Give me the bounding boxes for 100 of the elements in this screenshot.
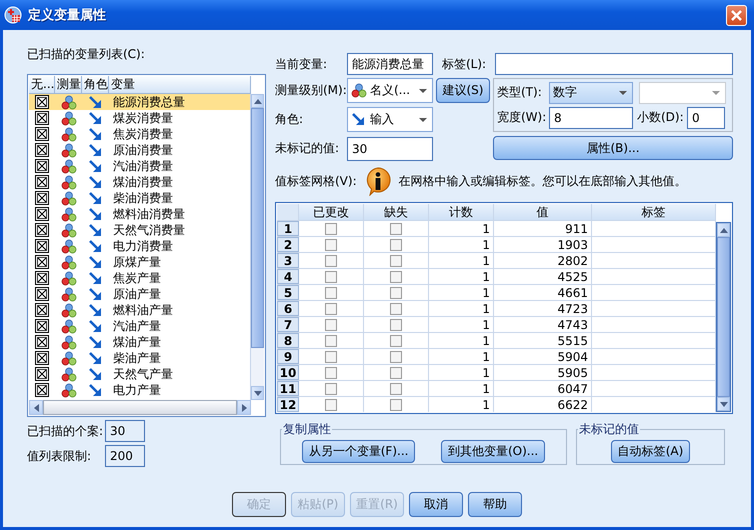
checkbox[interactable] [35, 207, 49, 221]
checkbox[interactable] [325, 334, 337, 346]
dropdown-arrow-icon[interactable] [418, 88, 428, 94]
checkbox[interactable] [35, 351, 49, 365]
checkbox[interactable] [35, 303, 49, 317]
checkbox[interactable] [35, 127, 49, 141]
checkbox[interactable] [325, 254, 337, 266]
row-header[interactable]: 6 [277, 301, 299, 316]
checkbox[interactable] [325, 318, 337, 330]
dropdown[interactable]: 数字 [549, 82, 633, 104]
list-row[interactable]: 柴油消费量 [29, 190, 250, 206]
close-icon[interactable] [730, 8, 743, 22]
row-header[interactable]: 2 [277, 237, 299, 252]
checkbox[interactable] [390, 318, 402, 330]
input-field[interactable]: 30 [105, 420, 145, 442]
list-row[interactable]: 原油产量 [29, 286, 250, 302]
list-row[interactable]: 煤油消费量 [29, 174, 250, 190]
checkbox[interactable] [35, 191, 49, 205]
dropdown-arrow-icon[interactable] [618, 90, 628, 96]
list-row[interactable]: 汽油产量 [29, 318, 250, 334]
list-row[interactable]: 原煤产量 [29, 254, 250, 270]
list-row[interactable]: 电力产量 [29, 382, 250, 398]
checkbox[interactable] [390, 382, 402, 394]
list-row[interactable]: 能源消费总量 [29, 94, 250, 110]
checkbox[interactable] [35, 271, 49, 285]
checkbox[interactable] [35, 175, 49, 189]
checkbox[interactable] [35, 111, 49, 125]
dropdown-arrow-icon[interactable] [418, 116, 428, 122]
checkbox[interactable] [325, 350, 337, 362]
checkbox[interactable] [390, 286, 402, 298]
list-row[interactable]: 煤油产量 [29, 334, 250, 350]
checkbox[interactable] [35, 239, 49, 253]
dialog-button[interactable]: 取消 [409, 492, 463, 517]
row-header[interactable]: 12 [277, 397, 299, 412]
checkbox[interactable] [325, 270, 337, 282]
checkbox[interactable] [35, 143, 49, 157]
column-header[interactable]: 缺失 [364, 204, 429, 220]
checkbox[interactable] [390, 302, 402, 314]
checkbox[interactable] [35, 95, 49, 109]
checkbox[interactable] [390, 350, 402, 362]
row-header[interactable]: 10 [277, 365, 299, 380]
checkbox[interactable] [35, 319, 49, 333]
checkbox[interactable] [35, 335, 49, 349]
list-row[interactable]: 焦炭消费量 [29, 126, 250, 142]
checkbox[interactable] [35, 223, 49, 237]
checkbox[interactable] [35, 287, 49, 301]
scroll-down-arrow-icon[interactable] [254, 390, 262, 396]
list-row[interactable]: 柴油产量 [29, 350, 250, 366]
list-row[interactable]: 汽油消费量 [29, 158, 250, 174]
checkbox[interactable] [390, 222, 402, 234]
column-header[interactable]: 角色 [82, 76, 109, 94]
scrollbar[interactable] [716, 222, 731, 412]
row-header[interactable]: 8 [277, 333, 299, 348]
list-row[interactable]: 原油消费量 [29, 142, 250, 158]
checkbox[interactable] [35, 367, 49, 381]
list-row[interactable]: 煤炭消费量 [29, 110, 250, 126]
scroll-up-arrow-icon[interactable] [254, 98, 262, 104]
checkbox[interactable] [325, 366, 337, 378]
input-field[interactable]: 200 [105, 445, 145, 467]
checkbox[interactable] [35, 383, 49, 397]
input-field[interactable]: 能源消费总量 [347, 53, 433, 75]
checkbox[interactable] [325, 398, 337, 410]
column-header[interactable]: 变量 [109, 76, 251, 94]
row-header[interactable]: 11 [277, 381, 299, 396]
list-row[interactable]: 燃料油产量 [29, 302, 250, 318]
dropdown[interactable]: 名义(... [347, 78, 433, 103]
input-field[interactable]: 30 [347, 136, 433, 160]
scroll-left-arrow-icon[interactable] [34, 404, 38, 412]
scrollbar[interactable] [29, 400, 251, 415]
checkbox[interactable] [35, 159, 49, 173]
column-header[interactable]: 测量 [55, 76, 82, 94]
action-button[interactable]: 到其他变量(O)... [440, 440, 546, 463]
dialog-button[interactable]: 帮助 [468, 492, 522, 517]
column-header[interactable]: 计数 [429, 204, 494, 220]
row-header[interactable]: 4 [277, 269, 299, 284]
checkbox[interactable] [390, 254, 402, 266]
column-header[interactable]: 已更改 [299, 204, 364, 220]
row-header[interactable]: 9 [277, 349, 299, 364]
scroll-up-arrow-icon[interactable] [720, 228, 728, 232]
list-row[interactable]: 电力消费量 [29, 238, 250, 254]
checkbox[interactable] [325, 382, 337, 394]
list-row[interactable]: 天然气消费量 [29, 222, 250, 238]
column-header[interactable]: 值 [494, 204, 592, 220]
scroll-right-arrow-icon[interactable] [242, 404, 246, 412]
suggest-button[interactable]: 建议(S) [436, 78, 490, 103]
column-header[interactable]: 标签 [592, 204, 716, 220]
list-row[interactable]: 天然气产量 [29, 366, 250, 382]
checkbox[interactable] [325, 222, 337, 234]
row-header[interactable]: 7 [277, 317, 299, 332]
close-button[interactable] [726, 4, 747, 26]
dropdown[interactable]: 输入 [347, 107, 433, 132]
checkbox[interactable] [325, 302, 337, 314]
checkbox[interactable] [390, 238, 402, 250]
scroll-down-arrow-icon[interactable] [720, 402, 728, 406]
row-header[interactable]: 5 [277, 285, 299, 300]
action-button[interactable]: 自动标签(A) [610, 440, 690, 463]
checkbox[interactable] [390, 334, 402, 346]
checkbox[interactable] [390, 398, 402, 410]
checkbox[interactable] [35, 255, 49, 269]
input-field[interactable]: 0 [687, 106, 725, 128]
